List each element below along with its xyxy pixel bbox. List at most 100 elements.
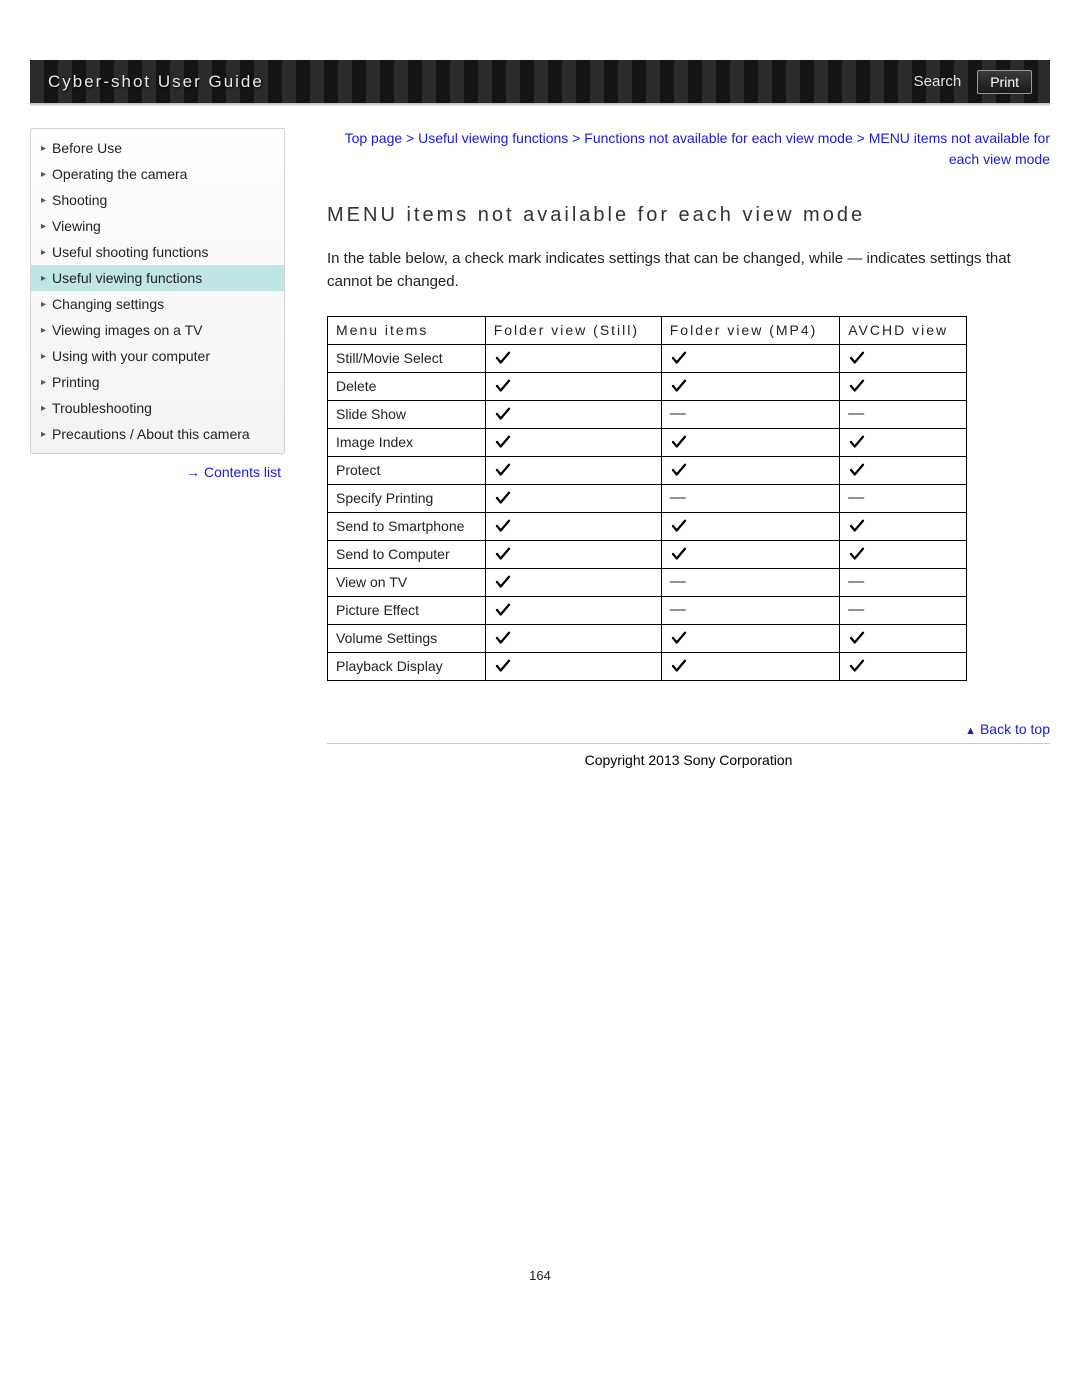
row-name: Volume Settings <box>328 624 486 652</box>
table-row: Send to Computer <box>328 540 967 568</box>
cell <box>840 512 967 540</box>
table-header-0: Menu items <box>328 316 486 344</box>
check-icon <box>494 629 653 647</box>
chevron-right-icon: ▸ <box>41 273 46 284</box>
check-icon <box>494 377 653 395</box>
check-icon <box>848 629 958 647</box>
chevron-right-icon: ▸ <box>41 403 46 414</box>
sidebar-item-11[interactable]: ▸Precautions / About this camera <box>31 421 284 447</box>
cell <box>840 540 967 568</box>
row-name: Image Index <box>328 428 486 456</box>
check-icon <box>494 573 653 591</box>
row-name: Send to Computer <box>328 540 486 568</box>
table-row: Slide Show — — <box>328 400 967 428</box>
sidebar-item-10[interactable]: ▸ Troubleshooting <box>31 395 284 421</box>
check-icon <box>848 657 958 675</box>
check-icon <box>494 405 653 423</box>
sidebar-item-label: Precautions / About this camera <box>52 426 250 442</box>
chevron-right-icon: ▸ <box>41 195 46 206</box>
triangle-up-icon: ▲ <box>965 725 976 737</box>
row-name: Specify Printing <box>328 484 486 512</box>
cell <box>840 372 967 400</box>
sidebar-item-label: Shooting <box>52 192 107 208</box>
menu-table: Menu itemsFolder view (Still)Folder view… <box>327 316 967 681</box>
cell <box>840 344 967 372</box>
back-to-top-link[interactable]: ▲Back to top <box>327 721 1050 737</box>
sidebar-item-0[interactable]: ▸ Before Use <box>31 135 284 161</box>
cell <box>840 624 967 652</box>
table-row: Specify Printing — — <box>328 484 967 512</box>
cell <box>485 540 661 568</box>
row-name: Slide Show <box>328 400 486 428</box>
dash-icon: — <box>670 405 686 422</box>
sidebar-item-3[interactable]: ▸Viewing <box>31 213 284 239</box>
row-name: Still/Movie Select <box>328 344 486 372</box>
cell <box>485 652 661 680</box>
cell <box>485 456 661 484</box>
cell <box>485 512 661 540</box>
sidebar-item-1[interactable]: ▸Operating the camera <box>31 161 284 187</box>
chevron-right-icon: ▸ <box>41 221 46 232</box>
table-row: Picture Effect—— <box>328 596 967 624</box>
cell: — <box>661 596 839 624</box>
row-name: Delete <box>328 372 486 400</box>
header-bar: Cyber-shot User Guide Search Print <box>30 60 1050 104</box>
cell <box>485 596 661 624</box>
check-icon <box>670 349 831 367</box>
check-icon <box>848 433 958 451</box>
row-name: View on TV <box>328 568 486 596</box>
check-icon <box>494 601 653 619</box>
chevron-right-icon: ▸ <box>41 143 46 154</box>
check-icon <box>670 377 831 395</box>
cell <box>485 624 661 652</box>
sidebar-item-8[interactable]: ▸Using with your computer <box>31 343 284 369</box>
cell: — <box>661 568 839 596</box>
cell <box>661 540 839 568</box>
breadcrumb[interactable]: Top page > Useful viewing functions > Fu… <box>327 128 1050 170</box>
cell <box>661 652 839 680</box>
check-icon <box>670 433 831 451</box>
chevron-right-icon: ▸ <box>41 299 46 310</box>
page-number: 164 <box>30 1268 1050 1283</box>
cell <box>485 400 661 428</box>
chevron-right-icon: ▸ <box>41 377 46 388</box>
chevron-right-icon: ▸ <box>41 247 46 258</box>
cell <box>485 484 661 512</box>
table-row: Protect <box>328 456 967 484</box>
check-icon <box>494 433 653 451</box>
sidebar-item-7[interactable]: ▸Viewing images on a TV <box>31 317 284 343</box>
cell <box>661 624 839 652</box>
sidebar-item-6[interactable]: ▸Changing settings <box>31 291 284 317</box>
sidebar-item-label: Troubleshooting <box>52 400 152 416</box>
cell: — <box>840 568 967 596</box>
sidebar-item-label: Useful viewing functions <box>52 270 202 286</box>
row-name: Playback Display <box>328 652 486 680</box>
print-button[interactable]: Print <box>977 70 1032 94</box>
table-row: Still/Movie Select <box>328 344 967 372</box>
dash-icon: — <box>848 489 864 506</box>
table-header-3: AVCHD view <box>840 316 967 344</box>
cell: — <box>840 484 967 512</box>
contents-list-link[interactable]: →Contents list <box>30 464 281 480</box>
cell <box>840 652 967 680</box>
table-header-1: Folder view (Still) <box>485 316 661 344</box>
row-name: Send to Smartphone <box>328 512 486 540</box>
cell <box>840 456 967 484</box>
sidebar-item-4[interactable]: ▸Useful shooting functions <box>31 239 284 265</box>
cell: — <box>661 400 839 428</box>
sidebar-item-5[interactable]: ▸ Useful viewing functions <box>31 265 284 291</box>
dash-icon: — <box>848 573 864 590</box>
sidebar-item-label: Viewing images on a TV <box>52 322 202 338</box>
main-heading: MENU items not available for each view m… <box>327 204 1050 227</box>
search-link[interactable]: Search <box>914 73 962 90</box>
check-icon <box>848 545 958 563</box>
dash-icon: — <box>848 405 864 422</box>
sidebar-item-9[interactable]: ▸Printing <box>31 369 284 395</box>
sidebar-item-2[interactable]: ▸ Shooting <box>31 187 284 213</box>
dash-icon: — <box>670 489 686 506</box>
table-row: Delete <box>328 372 967 400</box>
cell <box>661 428 839 456</box>
cell <box>485 428 661 456</box>
sidebar-item-label: Before Use <box>52 140 122 156</box>
check-icon <box>670 657 831 675</box>
